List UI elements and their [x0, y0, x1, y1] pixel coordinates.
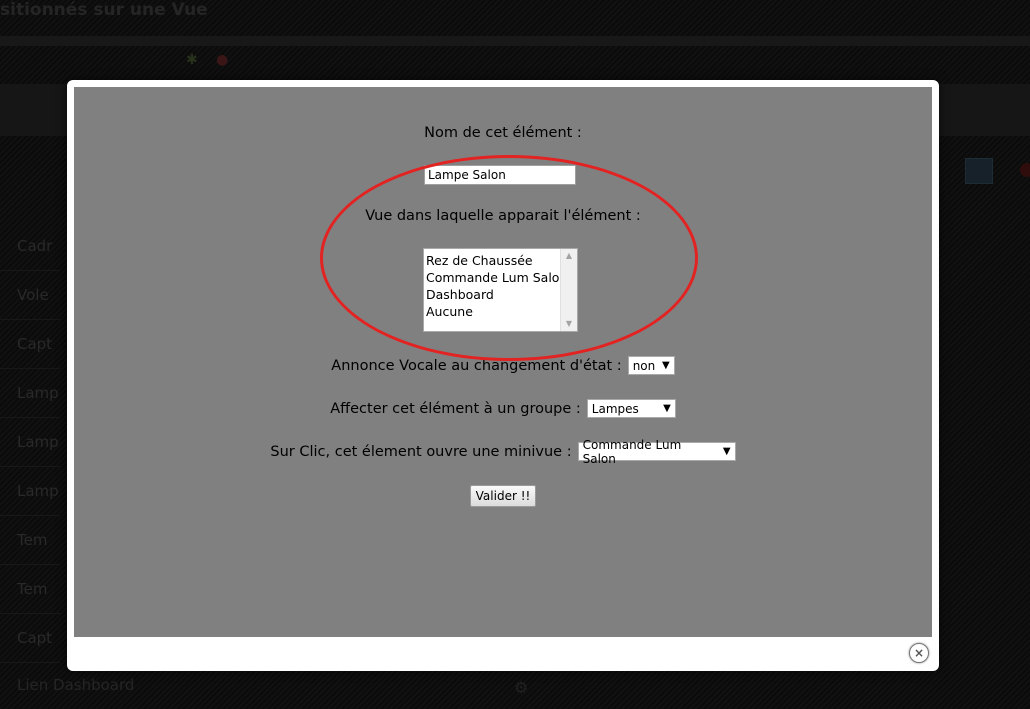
click-row: Sur Clic, cet élement ouvre une minivue …: [74, 438, 932, 466]
view-option[interactable]: Dashboard: [426, 286, 567, 303]
minivue-select[interactable]: Commande Lum Salon ▼: [577, 438, 736, 466]
announce-label: Annonce Vocale au changement d'état :: [331, 357, 622, 374]
chevron-down-icon: ▼: [661, 360, 670, 371]
name-label: Nom de cet élément :: [424, 125, 582, 141]
view-option[interactable]: Aucune: [426, 303, 567, 320]
listbox-scrollbar[interactable]: ▲ ▼: [560, 249, 577, 331]
close-icon[interactable]: ×: [909, 643, 929, 663]
validate-button[interactable]: Valider !!: [470, 485, 536, 507]
view-listbox[interactable]: Rez de Chaussée Commande Lum Salon Dashb…: [423, 248, 578, 332]
element-edit-dialog: Nom de cet élément : Lampe Salon Vue dan…: [67, 80, 939, 671]
view-option[interactable]: Commande Lum Salon: [426, 269, 567, 286]
announce-select[interactable]: non ▼: [627, 356, 675, 375]
scroll-down-icon[interactable]: ▼: [561, 317, 577, 331]
group-select[interactable]: Lampes ▼: [586, 399, 676, 418]
scroll-up-icon[interactable]: ▲: [561, 249, 577, 263]
announce-row: Annonce Vocale au changement d'état : no…: [74, 356, 932, 375]
view-option[interactable]: Rez de Chaussée: [426, 252, 567, 269]
group-row: Affecter cet élément à un groupe : Lampe…: [74, 399, 932, 418]
name-input[interactable]: Lampe Salon: [424, 165, 576, 185]
chevron-down-icon: ▼: [722, 446, 731, 457]
view-label: Vue dans laquelle apparait l'élément :: [365, 208, 641, 224]
chevron-down-icon: ▼: [663, 403, 671, 414]
group-value: Lampes: [591, 401, 639, 416]
announce-value: non: [632, 358, 656, 373]
click-label: Sur Clic, cet élement ouvre une minivue …: [270, 443, 572, 460]
group-label: Affecter cet élément à un groupe :: [330, 400, 581, 417]
minivue-value: Commande Lum Salon: [582, 437, 682, 466]
dialog-form: Nom de cet élément : Lampe Salon Vue dan…: [74, 87, 932, 637]
